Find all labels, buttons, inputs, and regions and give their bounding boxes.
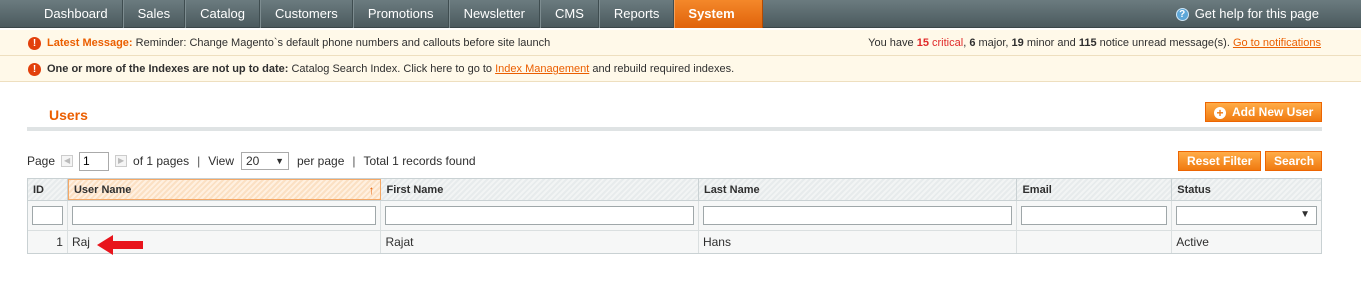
index-message-suffix: and rebuild required indexes.: [592, 63, 735, 75]
filter-id-input[interactable]: [32, 206, 63, 225]
per-page-label: per page: [297, 154, 345, 168]
major-count: 6: [969, 37, 976, 49]
grid-filter-row: ▼: [28, 201, 1321, 231]
cell-lastname: Hans: [699, 231, 1018, 253]
minor-label: minor and: [1026, 37, 1076, 49]
filter-id-cell: [28, 201, 68, 230]
index-management-link[interactable]: Index Management: [495, 63, 589, 75]
filter-status-cell: ▼: [1172, 201, 1321, 230]
nav-reports[interactable]: Reports: [598, 0, 675, 28]
nav-dashboard[interactable]: Dashboard: [30, 0, 123, 28]
cell-status: Active: [1176, 235, 1209, 249]
page-label: Page: [27, 154, 56, 168]
nav-catalog[interactable]: Catalog: [185, 0, 260, 28]
cell-email: [1017, 231, 1173, 253]
add-new-user-button[interactable]: + Add New User: [1205, 102, 1322, 122]
minor-count: 19: [1011, 37, 1024, 49]
pager: Page ◀ ▶ of 1 pages | View 20 ▼ per page…: [27, 151, 476, 171]
table-row[interactable]: 1 Raj Rajat Hans Active: [28, 231, 1321, 253]
go-to-notifications-link[interactable]: Go to notifications: [1233, 37, 1321, 49]
next-page-icon[interactable]: ▶: [115, 155, 128, 167]
notice-count: 115: [1078, 37, 1097, 49]
nav-promotions[interactable]: Promotions: [352, 0, 449, 28]
major-label: major,: [978, 37, 1009, 49]
annotation-arrow-icon: [97, 235, 143, 255]
nav-customers[interactable]: Customers: [259, 0, 353, 28]
error-icon: !: [28, 37, 41, 50]
summary-prefix: You have: [868, 37, 914, 49]
filter-username-cell: [68, 201, 382, 230]
cell-id: 1: [28, 231, 68, 253]
latest-message: Latest Message: Reminder: Change Magento…: [47, 30, 550, 56]
users-grid: ID User Name ↑ First Name Last Name Emai…: [27, 178, 1322, 254]
plus-icon: +: [1214, 107, 1226, 119]
critical-count: 15: [916, 37, 929, 49]
nav-sales[interactable]: Sales: [122, 0, 186, 28]
header-username[interactable]: User Name ↑: [67, 179, 382, 200]
critical-label: critical: [932, 37, 964, 49]
chevron-down-icon: ▼: [1300, 209, 1310, 220]
nav-cms[interactable]: CMS: [539, 0, 599, 28]
notice-label: notice unread message(s).: [1099, 37, 1230, 49]
message-summary: You have 15 critical, 6 major, 19 minor …: [868, 37, 1321, 49]
header-lastname[interactable]: Last Name: [699, 179, 1018, 200]
error-icon: !: [28, 63, 41, 76]
index-message-text: Catalog Search Index. Click here to go t…: [291, 63, 493, 75]
help-icon: ?: [1175, 7, 1189, 21]
nav-system[interactable]: System: [674, 0, 763, 28]
help-link[interactable]: ? Get help for this page: [1175, 0, 1319, 28]
page-number-input[interactable]: [79, 151, 110, 171]
page-title: Users: [49, 107, 88, 123]
view-label: View: [208, 154, 234, 168]
header-firstname[interactable]: First Name: [381, 179, 699, 200]
help-label: Get help for this page: [1194, 6, 1319, 21]
total-records: Total 1 records found: [363, 154, 476, 168]
add-new-user-label: Add New User: [1232, 105, 1314, 119]
latest-message-label: Latest Message:: [47, 37, 133, 49]
title-divider: [27, 127, 1322, 131]
filter-lastname-cell: [699, 201, 1018, 230]
prev-page-icon[interactable]: ◀: [61, 155, 74, 167]
filter-lastname-input[interactable]: [702, 206, 1013, 225]
filter-status-select[interactable]: ▼: [1176, 206, 1317, 225]
index-message-label: One or more of the Indexes are not up to…: [47, 63, 289, 75]
index-notice: ! One or more of the Indexes are not up …: [0, 56, 1361, 82]
search-button[interactable]: Search: [1265, 151, 1322, 171]
main-navigation: Dashboard Sales Catalog Customers Promot…: [0, 0, 1361, 28]
sort-ascending-icon: ↑: [368, 183, 375, 197]
filter-username-input[interactable]: [71, 206, 377, 225]
header-id[interactable]: ID: [28, 179, 68, 200]
pager-separator: |: [197, 154, 201, 168]
of-pages-label: of 1 pages: [133, 154, 190, 168]
filter-email-cell: [1017, 201, 1173, 230]
cell-firstname: Rajat: [381, 231, 699, 253]
pager-separator: |: [352, 154, 356, 168]
per-page-value: 20: [246, 154, 260, 168]
per-page-select[interactable]: 20 ▼: [241, 152, 289, 170]
latest-message-notice: ! Latest Message: Reminder: Change Magen…: [0, 30, 1361, 56]
chevron-down-icon: ▼: [275, 156, 284, 166]
header-email[interactable]: Email: [1017, 179, 1173, 200]
filter-firstname-input[interactable]: [385, 206, 694, 225]
nav-newsletter[interactable]: Newsletter: [448, 0, 540, 28]
index-message: One or more of the Indexes are not up to…: [47, 56, 734, 82]
reset-filter-button[interactable]: Reset Filter: [1178, 151, 1261, 171]
header-status[interactable]: Status: [1172, 179, 1321, 200]
grid-header-row: ID User Name ↑ First Name Last Name Emai…: [28, 179, 1321, 201]
header-username-label: User Name: [73, 184, 132, 196]
filter-email-input[interactable]: [1021, 206, 1168, 225]
latest-message-text: Reminder: Change Magento`s default phone…: [135, 37, 551, 49]
nav-menu: Dashboard Sales Catalog Customers Promot…: [30, 0, 763, 28]
filter-firstname-cell: [381, 201, 699, 230]
